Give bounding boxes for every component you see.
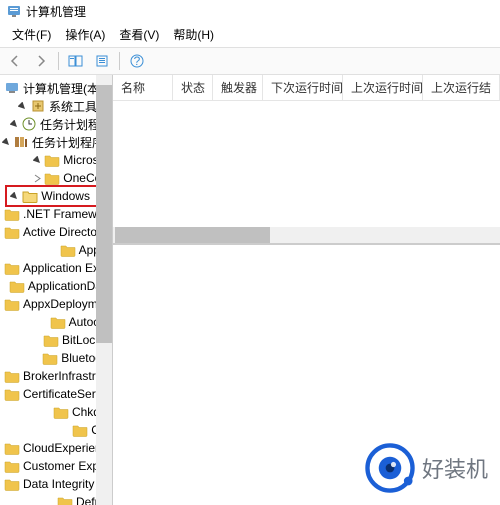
tree-windows-icon — [22, 188, 38, 204]
tree-item-4-icon — [9, 278, 25, 294]
menu-file[interactable]: 文件(F) — [6, 24, 57, 45]
col-name[interactable]: 名称 — [113, 75, 173, 100]
expander-icon[interactable] — [33, 172, 42, 184]
tree-system-tools-label: 系统工具 — [49, 98, 97, 115]
back-button[interactable] — [4, 50, 26, 72]
scrollbar-thumb[interactable] — [96, 85, 112, 343]
expander-icon[interactable] — [10, 118, 19, 130]
tree-panel: 计算机管理(本地)系统工具任务计划程序任务计划程序库MicrosoftOneCo… — [0, 75, 113, 505]
col-last-run[interactable]: 上次运行时间 — [343, 75, 423, 100]
tree-item-5-icon — [4, 296, 20, 312]
task-list-top: 名称 状态 触发器 下次运行时间 上次运行时间 上次运行结 — [113, 75, 500, 243]
tree-item-3-icon — [4, 260, 20, 276]
toolbar: ? — [0, 47, 500, 75]
show-hide-button[interactable] — [65, 50, 87, 72]
titlebar: 计算机管理 — [0, 0, 500, 22]
main-content: 计算机管理(本地)系统工具任务计划程序任务计划程序库MicrosoftOneCo… — [0, 75, 500, 505]
watermark-text: 好装机 — [422, 452, 488, 484]
expander-icon[interactable] — [33, 154, 42, 166]
menu-help[interactable]: 帮助(H) — [167, 24, 220, 45]
tree-system-tools-icon — [30, 98, 46, 114]
menu-action[interactable]: 操作(A) — [59, 24, 111, 45]
tree-task-scheduler-icon — [21, 116, 37, 132]
column-headers: 名称 状态 触发器 下次运行时间 上次运行时间 上次运行结 — [113, 75, 500, 101]
svg-text:?: ? — [134, 54, 141, 68]
menu-view[interactable]: 查看(V) — [113, 24, 165, 45]
col-next-run[interactable]: 下次运行时间 — [263, 75, 343, 100]
tree-item-13-icon — [4, 440, 20, 456]
tree-item-15-icon — [4, 476, 20, 492]
expander-icon[interactable] — [16, 100, 28, 112]
expander-icon[interactable] — [8, 190, 20, 202]
expander-icon[interactable] — [2, 136, 11, 148]
tree-item-12-icon — [72, 422, 88, 438]
app-icon — [6, 3, 22, 19]
tree-windows-label: Windows — [41, 189, 90, 203]
tree-microsoft-icon — [44, 152, 60, 168]
tree-item-9-icon — [4, 368, 20, 384]
tree-item-8-icon — [42, 350, 58, 366]
tree-item-1-icon — [4, 224, 20, 240]
tree-item-10-icon — [4, 386, 20, 402]
tree-item-2-icon — [60, 242, 76, 258]
col-trigger[interactable]: 触发器 — [213, 75, 263, 100]
tree-item-11-icon — [53, 404, 69, 420]
col-status[interactable]: 状态 — [173, 75, 213, 100]
horizontal-scrollbar[interactable] — [113, 227, 500, 243]
vertical-scrollbar[interactable] — [96, 75, 112, 505]
forward-button[interactable] — [30, 50, 52, 72]
watermark: 好装机 — [364, 442, 488, 494]
separator — [58, 52, 59, 70]
properties-button[interactable] — [91, 50, 113, 72]
col-last-result[interactable]: 上次运行结 — [423, 75, 500, 100]
tree-item-6-icon — [50, 314, 66, 330]
details-panel: 名称 状态 触发器 下次运行时间 上次运行时间 上次运行结 — [113, 75, 500, 505]
tree-task-library-icon — [13, 134, 29, 150]
tree-item-7-icon — [43, 332, 59, 348]
help-button[interactable]: ? — [126, 50, 148, 72]
watermark-logo-icon — [364, 442, 416, 494]
scrollbar-thumb[interactable] — [115, 227, 270, 243]
tree-item-14-icon — [4, 458, 20, 474]
tree-onecore-icon — [44, 170, 60, 186]
tree-item-0-icon — [4, 206, 20, 222]
window-title: 计算机管理 — [26, 3, 86, 20]
separator — [119, 52, 120, 70]
menubar: 文件(F) 操作(A) 查看(V) 帮助(H) — [0, 22, 500, 47]
tree-root-icon — [4, 80, 20, 96]
